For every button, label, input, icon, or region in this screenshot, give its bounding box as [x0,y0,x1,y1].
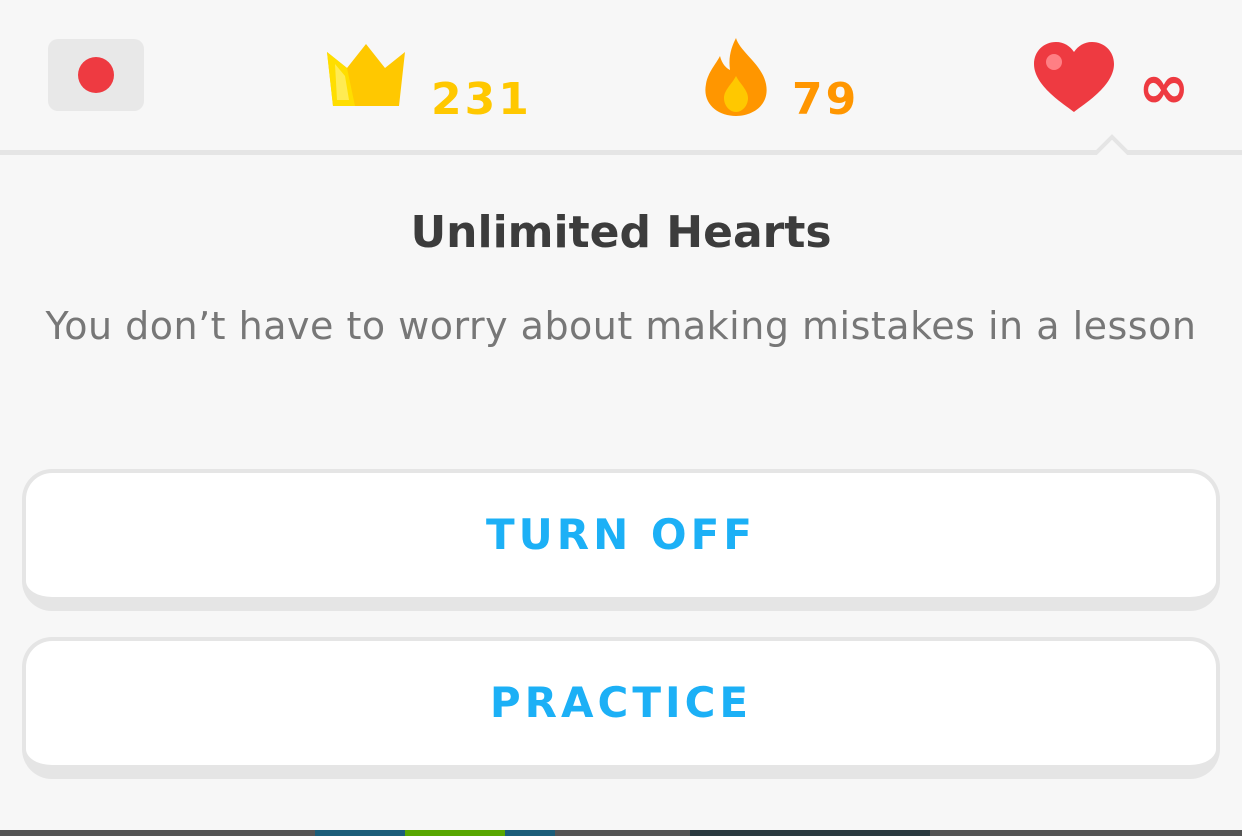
course-flag-button[interactable] [48,39,144,111]
red-circle-flag-icon [78,57,114,93]
popup-description: You don’t have to worry about making mis… [45,304,1197,348]
streak-stat[interactable]: 79 [702,30,862,125]
hearts-stat[interactable]: ∞ [1034,30,1204,120]
hearts-value: ∞ [1138,50,1190,123]
flame-icon [705,38,767,116]
top-stats-bar: 231 79 ∞ [0,0,1242,152]
popup-title: Unlimited Hearts [410,207,832,258]
crown-icon [327,44,405,106]
crowns-count: 231 [431,74,532,125]
heart-icon [1034,42,1114,112]
practice-button-label: PRACTICE [489,678,753,727]
practice-button[interactable]: PRACTICE [22,637,1220,779]
background-peek-strip [0,830,1242,836]
turn-off-button[interactable]: TURN OFF [22,469,1220,611]
streak-count: 79 [792,74,860,125]
turn-off-button-label: TURN OFF [486,510,756,559]
popup-pointer-caret [1094,134,1130,156]
crowns-stat[interactable]: 231 [325,30,529,122]
